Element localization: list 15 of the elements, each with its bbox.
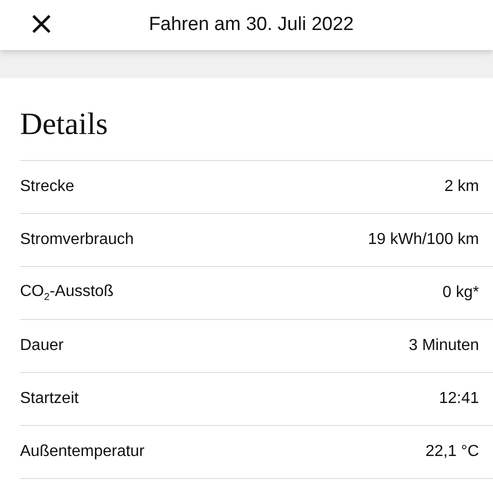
detail-value: 3 Minuten (408, 337, 479, 355)
detail-label: Außentemperatur (20, 443, 145, 461)
detail-value: 22,1 °C (425, 443, 479, 461)
detail-label: CO$_{2}$-Ausstoß (20, 282, 114, 304)
detail-value: 12:41 (438, 390, 479, 408)
detail-label: Stromverbrauch (20, 231, 134, 249)
detail-label: Strecke (20, 178, 74, 196)
detail-label: Dauer (20, 337, 64, 355)
detail-value: 2 km (444, 178, 479, 196)
detail-label: Startzeit (20, 390, 79, 408)
detail-value: 19 kWh/100 km (368, 231, 479, 249)
detail-value: 0 kg* (442, 284, 479, 302)
close-button[interactable]: × (24, 7, 59, 39)
screen-title: Fahren am 30. Juli 2022 (148, 14, 354, 36)
section-heading: Details (20, 105, 109, 143)
